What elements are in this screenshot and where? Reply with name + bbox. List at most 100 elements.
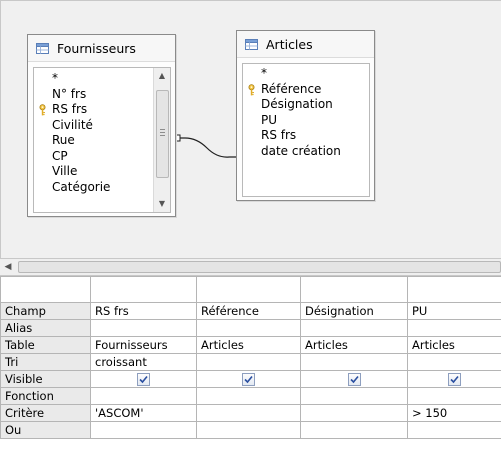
vertical-scrollbar[interactable]: ▲ ▼ <box>153 68 170 212</box>
alias-cell[interactable] <box>407 319 501 337</box>
key-icon <box>39 104 46 116</box>
visible-cell <box>407 370 501 388</box>
check-icon <box>244 375 253 384</box>
grip-line <box>160 132 165 133</box>
row-header: Fonction <box>0 387 91 405</box>
table-row: Alias <box>0 319 501 337</box>
alias-cell[interactable] <box>300 319 408 337</box>
field-item-all[interactable]: * <box>34 71 170 87</box>
table-row: Visible <box>0 370 501 388</box>
field-label: Catégorie <box>52 179 111 194</box>
criteria-cell[interactable]: 'ASCOM' <box>90 404 197 422</box>
field-label: Rue <box>52 133 75 147</box>
chevron-up-icon[interactable]: ▲ <box>154 68 170 84</box>
field-label: PU <box>261 112 278 127</box>
table-cell[interactable]: Articles <box>300 336 408 354</box>
field-item-designation[interactable]: Désignation <box>243 97 369 113</box>
field-items: * N° frs RS frs Civilité Rue CP Ville Ca… <box>34 68 170 195</box>
visible-checkbox[interactable] <box>347 373 361 386</box>
alias-cell[interactable] <box>90 319 197 337</box>
table-title-bar[interactable]: Fournisseurs <box>28 35 175 62</box>
column-selector[interactable] <box>300 276 408 303</box>
or-cell[interactable] <box>300 421 408 439</box>
field-item-rs-frs[interactable]: RS frs <box>243 128 369 144</box>
field-item-n-frs[interactable]: N° frs <box>34 87 170 103</box>
field-item-pu[interactable]: PU <box>243 113 369 129</box>
visible-checkbox[interactable] <box>137 373 150 386</box>
field-list[interactable]: * Référence Désignation PU RS frs date c… <box>242 63 370 197</box>
field-item-date-creation[interactable]: date création <box>243 144 369 160</box>
criteria-cell[interactable] <box>300 404 408 422</box>
champ-cell[interactable]: PU <box>407 302 501 320</box>
visible-checkbox[interactable] <box>448 373 461 386</box>
field-item-reference[interactable]: Référence <box>243 82 369 98</box>
column-selector-row <box>0 276 501 303</box>
table-row: Tri croissant <box>0 353 501 371</box>
criteria-cell[interactable] <box>196 404 301 422</box>
function-cell[interactable] <box>196 387 301 405</box>
column-selector[interactable] <box>196 276 301 303</box>
function-cell[interactable] <box>407 387 501 405</box>
field-label: Civilité <box>52 117 93 132</box>
field-item-categorie[interactable]: Catégorie <box>34 180 170 196</box>
table-box-articles[interactable]: Articles * Référence Désignation PU RS f… <box>236 30 375 201</box>
scroll-thumb[interactable] <box>18 261 501 273</box>
table-icon <box>245 38 258 50</box>
field-label: * <box>261 66 267 80</box>
sort-cell[interactable] <box>196 353 301 371</box>
sort-cell[interactable]: croissant <box>90 353 197 371</box>
relations-pane[interactable]: Fournisseurs * N° frs RS frs Civilité Ru… <box>0 0 501 258</box>
key-icon <box>248 83 255 95</box>
row-header: Champ <box>0 302 91 320</box>
field-label: date création <box>261 143 341 158</box>
visible-cell <box>196 370 301 388</box>
field-list[interactable]: * N° frs RS frs Civilité Rue CP Ville Ca… <box>33 67 171 213</box>
function-cell[interactable] <box>90 387 197 405</box>
check-icon <box>349 375 359 384</box>
chevron-down-icon[interactable]: ▼ <box>154 196 170 212</box>
table-cell[interactable]: Articles <box>407 336 501 354</box>
or-cell[interactable] <box>196 421 301 439</box>
field-item-rs-frs[interactable]: RS frs <box>34 102 170 118</box>
row-header: Critère <box>0 404 91 422</box>
field-item-rue[interactable]: Rue <box>34 133 170 149</box>
table-title-bar[interactable]: Articles <box>237 31 374 58</box>
sort-cell[interactable] <box>300 353 408 371</box>
selector-corner <box>0 276 91 303</box>
alias-cell[interactable] <box>196 319 301 337</box>
field-item-ville[interactable]: Ville <box>34 164 170 180</box>
function-cell[interactable] <box>300 387 408 405</box>
field-item-civilite[interactable]: Civilité <box>34 118 170 134</box>
sort-cell[interactable] <box>407 353 501 371</box>
champ-cell[interactable]: RS frs <box>90 302 197 320</box>
horizontal-scrollbar[interactable]: ◀ <box>0 258 501 276</box>
table-box-fournisseurs[interactable]: Fournisseurs * N° frs RS frs Civilité Ru… <box>27 34 176 217</box>
query-design-grid[interactable]: Champ RS frs Référence Désignation PU Al… <box>0 276 501 476</box>
visible-cell <box>300 370 408 388</box>
field-label: * <box>52 71 58 85</box>
row-header: Alias <box>0 319 91 337</box>
field-label: RS frs <box>261 128 297 142</box>
column-selector[interactable] <box>407 276 501 303</box>
visible-checkbox[interactable] <box>242 373 255 386</box>
or-cell[interactable] <box>407 421 501 439</box>
field-label: Référence <box>261 81 322 96</box>
field-label: RS frs <box>52 102 88 116</box>
chevron-left-icon[interactable]: ◀ <box>0 259 16 275</box>
table-cell[interactable]: Fournisseurs <box>90 336 197 354</box>
or-cell[interactable] <box>90 421 197 439</box>
scroll-thumb[interactable] <box>156 90 169 178</box>
field-label: CP <box>52 148 68 163</box>
criteria-cell[interactable]: > 150 <box>407 404 501 422</box>
champ-cell[interactable]: Référence <box>196 302 301 320</box>
table-title: Fournisseurs <box>57 40 136 56</box>
column-selector[interactable] <box>90 276 197 303</box>
champ-cell[interactable]: Désignation <box>300 302 408 320</box>
field-label: Ville <box>52 164 78 178</box>
table-cell[interactable]: Articles <box>196 336 301 354</box>
grip-line <box>160 135 165 136</box>
field-item-cp[interactable]: CP <box>34 149 170 165</box>
criteria-table: Champ RS frs Référence Désignation PU Al… <box>0 276 501 439</box>
table-icon <box>36 42 49 54</box>
field-item-all[interactable]: * <box>243 66 369 82</box>
